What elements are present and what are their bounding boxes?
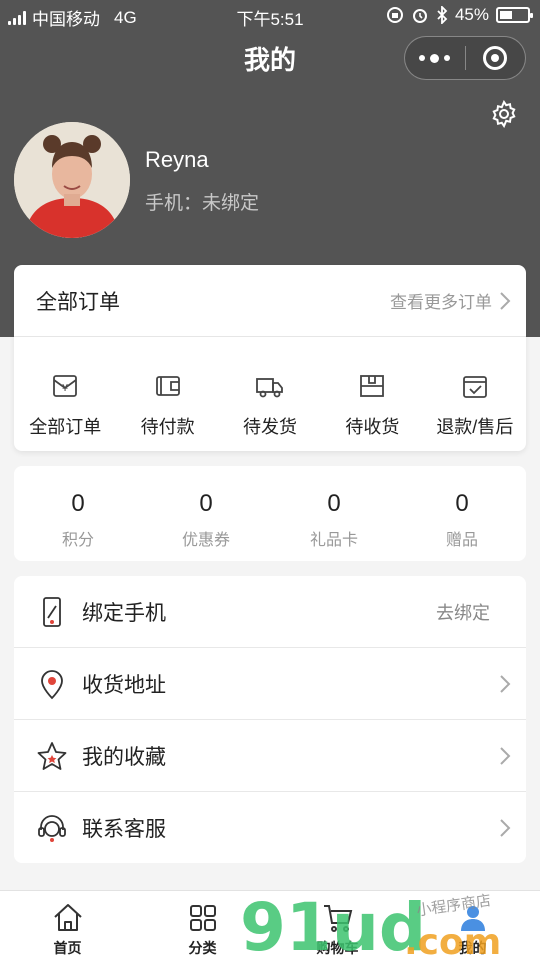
assets-card: 0 积分 0 优惠券 0 礼品卡 0 赠品 [14, 466, 526, 561]
grid-icon [189, 905, 216, 931]
stat-label: 赠品 [445, 532, 478, 549]
package-icon [360, 375, 385, 397]
chevron-right-icon [500, 291, 511, 310]
menu-customer-service[interactable]: 联系客服 [14, 792, 526, 864]
order-item-pending-payment[interactable]: 待付款 [116, 337, 218, 451]
view-more-orders-label: 查看更多订单 [390, 293, 492, 312]
stat-value: 0 [199, 490, 213, 517]
stat-points[interactable]: 0 积分 [14, 466, 142, 561]
order-item-pending-receipt[interactable]: 待收货 [321, 337, 423, 451]
cart-icon [323, 905, 352, 932]
settings-gear-icon[interactable] [490, 100, 518, 128]
bluetooth-icon [437, 6, 448, 24]
order-item-all[interactable]: ¥ 全部订单 [14, 337, 116, 451]
phone-binding-status: 手机：未绑定 [145, 193, 260, 214]
stat-coupons[interactable]: 0 优惠券 [142, 466, 270, 561]
tab-category[interactable]: 分类 [135, 891, 270, 960]
home-icon [53, 904, 82, 931]
stat-gift-cards[interactable]: 0 礼品卡 [270, 466, 398, 561]
chevron-right-icon [500, 674, 511, 693]
avatar[interactable] [14, 122, 130, 238]
settings-menu-card: 绑定手机 去绑定 收货地址 我的收藏 联系客服 [14, 576, 526, 863]
bottom-tab-bar: 首页 分类 购物车 我的 [0, 890, 540, 960]
close-mini-program-button[interactable] [466, 37, 526, 79]
stat-label: 优惠券 [181, 532, 230, 549]
rotation-lock-icon [386, 7, 403, 23]
battery-icon [496, 7, 533, 23]
location-pin-icon [41, 669, 63, 699]
menu-shipping-address[interactable]: 收货地址 [14, 648, 526, 720]
stat-value: 0 [71, 490, 85, 517]
order-item-label: 退款/售后 [436, 417, 514, 437]
bind-phone-action[interactable]: 去绑定 [436, 599, 490, 625]
headset-icon [38, 815, 66, 842]
order-item-label: 全部订单 [29, 417, 102, 437]
chevron-right-icon [500, 819, 511, 837]
more-dots-icon [419, 53, 451, 63]
user-icon [460, 906, 485, 931]
orders-title: 全部订单 [36, 290, 120, 314]
star-icon [37, 741, 67, 770]
truck-icon [256, 378, 283, 398]
stat-label: 积分 [61, 532, 94, 549]
view-more-orders-link[interactable]: 查看更多订单 [390, 288, 512, 313]
stat-value: 0 [455, 490, 469, 517]
orders-header[interactable]: 全部订单 查看更多订单 [14, 265, 526, 337]
phone-icon [43, 596, 61, 627]
tab-home[interactable]: 首页 [0, 891, 135, 960]
username: Reyna [145, 147, 209, 172]
orders-card: 全部订单 查看更多订单 ¥ 全部订单 待付款 待发货 待收货 退款/售后 [14, 265, 526, 451]
tab-label: 分类 [188, 940, 217, 956]
avatar-photo [14, 122, 130, 238]
target-close-icon [483, 46, 508, 70]
order-item-label: 待收货 [345, 417, 400, 437]
stat-gifts[interactable]: 0 赠品 [398, 466, 526, 561]
stat-label: 礼品卡 [309, 532, 358, 549]
stat-value: 0 [327, 490, 341, 517]
wallet-icon [155, 376, 180, 396]
more-menu-button[interactable] [405, 37, 465, 79]
tab-label: 我的 [458, 940, 487, 956]
mini-program-capsule [404, 36, 526, 80]
alarm-icon [412, 9, 427, 23]
order-item-label: 待付款 [140, 417, 195, 437]
order-item-pending-shipment[interactable]: 待发货 [219, 337, 321, 451]
chevron-right-icon [500, 746, 511, 765]
menu-favorites[interactable]: 我的收藏 [14, 720, 526, 792]
order-item-refund[interactable]: 退款/售后 [424, 337, 526, 451]
menu-label: 绑定手机 [82, 601, 166, 625]
menu-label: 收货地址 [82, 673, 166, 697]
menu-label: 联系客服 [82, 818, 166, 841]
battery-percent: 45% [454, 5, 489, 24]
tab-label: 首页 [53, 940, 82, 956]
refund-icon [462, 376, 487, 398]
all-orders-icon: ¥ [53, 375, 78, 397]
order-item-label: 待发货 [243, 417, 298, 437]
menu-label: 我的收藏 [82, 745, 166, 769]
svg-text:¥: ¥ [62, 383, 68, 394]
menu-bind-phone[interactable]: 绑定手机 去绑定 [14, 576, 526, 648]
status-bar: 中国移动 4G 下午5:51 45% [0, 0, 540, 30]
tab-label: 购物车 [316, 940, 359, 956]
tab-mine[interactable]: 我的 [405, 891, 540, 960]
tab-cart[interactable]: 购物车 [270, 891, 405, 960]
